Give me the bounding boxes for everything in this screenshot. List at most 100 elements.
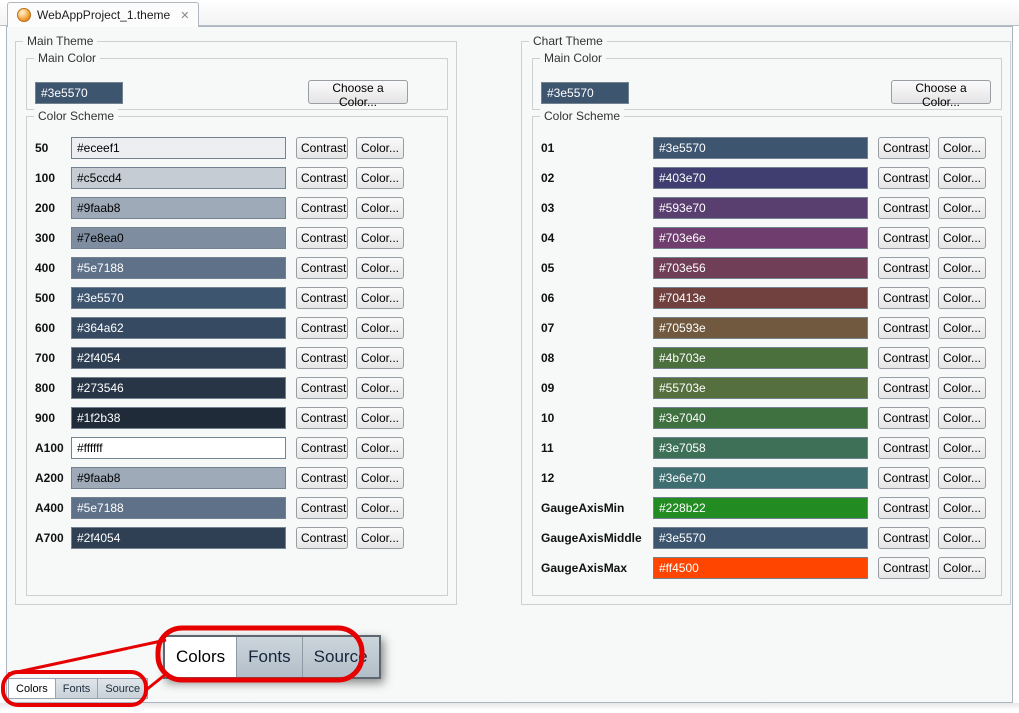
color-field[interactable]: #9faab8 [71, 467, 286, 489]
color-dialog-button[interactable]: Color... [356, 527, 404, 549]
color-field[interactable]: #ffffff [71, 437, 286, 459]
color-field[interactable]: #3e5570 [653, 137, 868, 159]
color-dialog-button[interactable]: Color... [938, 287, 986, 309]
color-field[interactable]: #c5ccd4 [71, 167, 286, 189]
magnified-tabbar-callout: Colors Fonts Source [163, 635, 381, 679]
color-dialog-button[interactable]: Color... [356, 167, 404, 189]
contrast-button[interactable]: Contrast [296, 467, 348, 489]
choose-color-button[interactable]: Choose a Color... [308, 80, 408, 104]
color-field[interactable]: #3e7040 [653, 407, 868, 429]
contrast-button[interactable]: Contrast [878, 317, 930, 339]
contrast-button[interactable]: Contrast [296, 497, 348, 519]
color-field[interactable]: #3e5570 [653, 527, 868, 549]
contrast-button[interactable]: Contrast [878, 557, 930, 579]
contrast-button[interactable]: Contrast [296, 227, 348, 249]
color-field[interactable]: #403e70 [653, 167, 868, 189]
color-dialog-button[interactable]: Color... [356, 137, 404, 159]
color-dialog-button[interactable]: Color... [356, 377, 404, 399]
contrast-button[interactable]: Contrast [878, 257, 930, 279]
color-dialog-button[interactable]: Color... [938, 437, 986, 459]
contrast-button[interactable]: Contrast [296, 137, 348, 159]
contrast-button[interactable]: Contrast [296, 257, 348, 279]
color-dialog-button[interactable]: Color... [938, 257, 986, 279]
contrast-button[interactable]: Contrast [296, 377, 348, 399]
color-dialog-button[interactable]: Color... [356, 347, 404, 369]
color-scheme-title: Color Scheme [34, 109, 118, 123]
color-dialog-button[interactable]: Color... [938, 347, 986, 369]
color-field[interactable]: #2f4054 [71, 347, 286, 369]
close-icon[interactable]: ✕ [180, 9, 189, 22]
contrast-button[interactable]: Contrast [878, 167, 930, 189]
color-field[interactable]: #55703e [653, 377, 868, 399]
scheme-row: A700 #2f4054 Contrast Color... [35, 523, 443, 553]
contrast-button[interactable]: Contrast [296, 347, 348, 369]
color-field[interactable]: #364a62 [71, 317, 286, 339]
color-dialog-button[interactable]: Color... [938, 527, 986, 549]
tab-source[interactable]: Source [98, 678, 148, 699]
contrast-button[interactable]: Contrast [878, 287, 930, 309]
color-dialog-button[interactable]: Color... [938, 377, 986, 399]
contrast-button[interactable]: Contrast [878, 377, 930, 399]
contrast-button[interactable]: Contrast [296, 197, 348, 219]
contrast-button[interactable]: Contrast [878, 437, 930, 459]
color-dialog-button[interactable]: Color... [356, 287, 404, 309]
color-field[interactable]: #228b22 [653, 497, 868, 519]
color-field[interactable]: #3e7058 [653, 437, 868, 459]
color-dialog-button[interactable]: Color... [356, 227, 404, 249]
contrast-button[interactable]: Contrast [296, 167, 348, 189]
contrast-button[interactable]: Contrast [296, 437, 348, 459]
color-dialog-button[interactable]: Color... [938, 167, 986, 189]
contrast-button[interactable]: Contrast [296, 527, 348, 549]
contrast-button[interactable]: Contrast [878, 227, 930, 249]
main-color-field[interactable]: #3e5570 [35, 82, 123, 104]
color-field[interactable]: #ff4500 [653, 557, 868, 579]
color-dialog-button[interactable]: Color... [356, 437, 404, 459]
color-field[interactable]: #273546 [71, 377, 286, 399]
color-dialog-button[interactable]: Color... [938, 467, 986, 489]
contrast-button[interactable]: Contrast [878, 497, 930, 519]
color-dialog-button[interactable]: Color... [356, 257, 404, 279]
contrast-button[interactable]: Contrast [878, 137, 930, 159]
color-dialog-button[interactable]: Color... [356, 407, 404, 429]
contrast-button[interactable]: Contrast [878, 407, 930, 429]
color-field[interactable]: #5e7188 [71, 497, 286, 519]
color-dialog-button[interactable]: Color... [938, 407, 986, 429]
tab-fonts[interactable]: Fonts [56, 678, 99, 699]
color-field[interactable]: #70413e [653, 287, 868, 309]
color-field[interactable]: #5e7188 [71, 257, 286, 279]
color-dialog-button[interactable]: Color... [938, 557, 986, 579]
color-field[interactable]: #2f4054 [71, 527, 286, 549]
scheme-row-label: 08 [541, 351, 653, 365]
contrast-button[interactable]: Contrast [878, 527, 930, 549]
color-field[interactable]: #7e8ea0 [71, 227, 286, 249]
color-field[interactable]: #9faab8 [71, 197, 286, 219]
editor-tab-theme-file[interactable]: WebAppProject_1.theme ✕ [7, 2, 199, 27]
color-field[interactable]: #703e6e [653, 227, 868, 249]
color-field[interactable]: #eceef1 [71, 137, 286, 159]
color-field[interactable]: #3e6e70 [653, 467, 868, 489]
color-dialog-button[interactable]: Color... [356, 197, 404, 219]
color-field[interactable]: #4b703e [653, 347, 868, 369]
color-field[interactable]: #593e70 [653, 197, 868, 219]
contrast-button[interactable]: Contrast [878, 197, 930, 219]
tab-colors[interactable]: Colors [8, 678, 56, 699]
color-dialog-button[interactable]: Color... [356, 497, 404, 519]
contrast-button[interactable]: Contrast [878, 347, 930, 369]
contrast-button[interactable]: Contrast [296, 317, 348, 339]
color-dialog-button[interactable]: Color... [356, 467, 404, 489]
color-dialog-button[interactable]: Color... [356, 317, 404, 339]
color-dialog-button[interactable]: Color... [938, 497, 986, 519]
color-field[interactable]: #70593e [653, 317, 868, 339]
contrast-button[interactable]: Contrast [296, 407, 348, 429]
chart-choose-color-button[interactable]: Choose a Color... [891, 80, 991, 104]
chart-main-color-field[interactable]: #3e5570 [541, 82, 629, 104]
color-dialog-button[interactable]: Color... [938, 227, 986, 249]
color-field[interactable]: #703e56 [653, 257, 868, 279]
color-field[interactable]: #1f2b38 [71, 407, 286, 429]
contrast-button[interactable]: Contrast [296, 287, 348, 309]
color-dialog-button[interactable]: Color... [938, 317, 986, 339]
contrast-button[interactable]: Contrast [878, 467, 930, 489]
color-dialog-button[interactable]: Color... [938, 197, 986, 219]
color-field[interactable]: #3e5570 [71, 287, 286, 309]
color-dialog-button[interactable]: Color... [938, 137, 986, 159]
